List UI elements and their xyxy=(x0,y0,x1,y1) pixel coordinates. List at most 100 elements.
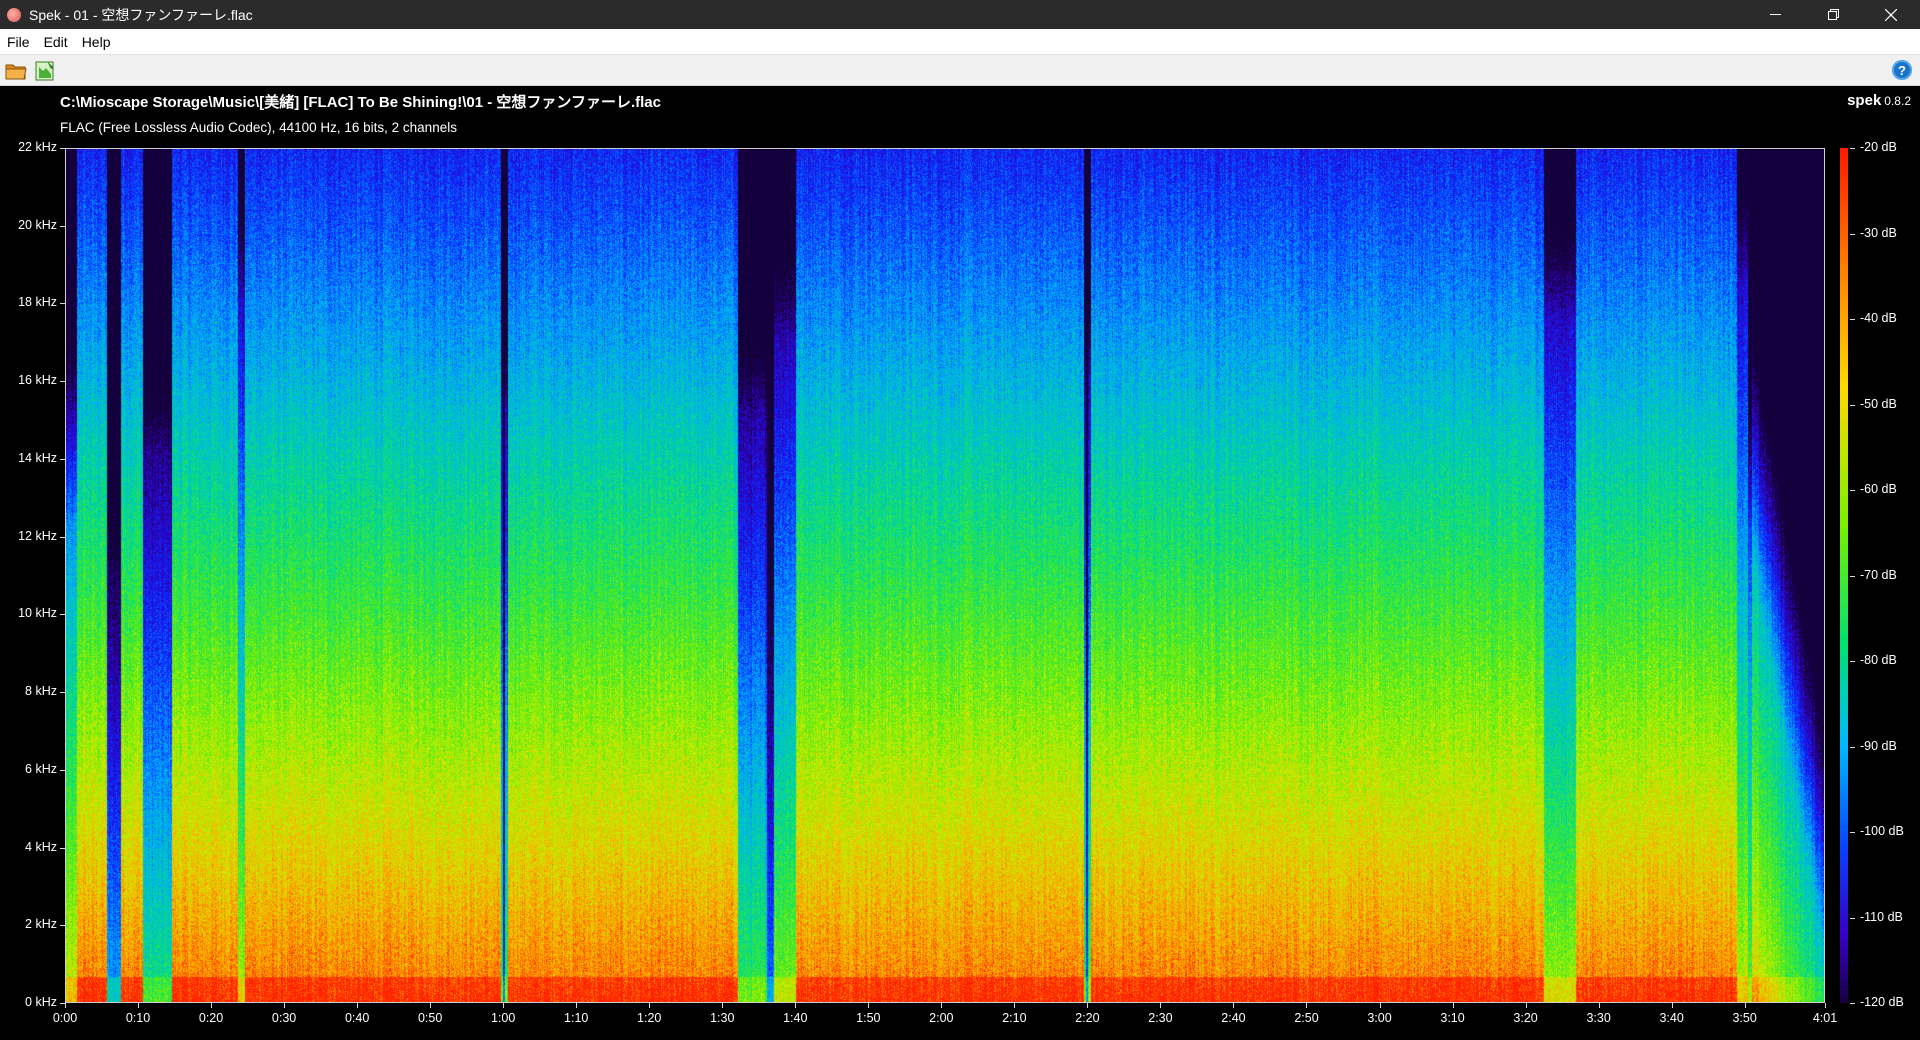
frequency-tick-label: 18 kHz xyxy=(18,295,57,310)
frequency-tick xyxy=(60,225,65,227)
minimize-button[interactable] xyxy=(1746,0,1804,29)
help-button[interactable]: ? xyxy=(1892,60,1912,80)
spectrum-view: C:\Mioscape Storage\Music\[美緒] [FLAC] To… xyxy=(0,86,1920,1040)
time-tick xyxy=(868,1003,870,1008)
save-image-button[interactable] xyxy=(33,60,57,82)
frequency-tick xyxy=(60,381,65,383)
decibel-tick-label: -30 dB xyxy=(1860,225,1897,240)
frequency-tick-label: 8 kHz xyxy=(25,684,57,699)
time-tick-label: 1:40 xyxy=(783,1011,808,1025)
menu-bar: File Edit Help xyxy=(0,29,1920,54)
decibel-tick-label: -40 dB xyxy=(1860,311,1897,325)
title-bar: Spek - 01 - 空想ファンファーレ.flac xyxy=(0,0,1920,29)
frequency-tick xyxy=(60,692,65,694)
time-tick-label: 2:20 xyxy=(1075,1011,1100,1025)
time-tick xyxy=(941,1003,943,1008)
decibel-tick xyxy=(1850,1003,1855,1004)
time-tick xyxy=(357,1003,359,1008)
frequency-tick-label: 16 kHz xyxy=(18,373,57,388)
decibel-tick xyxy=(1850,746,1855,748)
help-icon: ? xyxy=(1898,62,1906,78)
frequency-tick-label: 14 kHz xyxy=(18,450,57,465)
time-tick-label: 0:30 xyxy=(271,1011,297,1025)
time-tick-label: 1:10 xyxy=(564,1011,589,1025)
time-tick-label: 1:50 xyxy=(856,1011,881,1025)
decibel-tick xyxy=(1850,404,1855,406)
time-tick-label: 2:50 xyxy=(1294,1011,1319,1025)
open-file-button[interactable] xyxy=(4,60,28,82)
brand-name: spek xyxy=(1847,92,1882,109)
time-tick-label: 2:00 xyxy=(929,1011,954,1025)
decibel-tick-label: -80 dB xyxy=(1860,653,1897,667)
frequency-tick xyxy=(60,303,65,305)
frequency-tick-label: 20 kHz xyxy=(18,217,57,232)
spectrogram-canvas xyxy=(66,149,1824,1002)
time-tick xyxy=(211,1003,213,1008)
time-tick xyxy=(1014,1003,1016,1008)
brand-version: 0.8.2 xyxy=(1884,94,1911,108)
time-tick-label: 1:00 xyxy=(491,1011,516,1025)
decibel-tick xyxy=(1850,832,1855,833)
time-tick-label: 3:30 xyxy=(1586,1011,1611,1025)
restore-icon xyxy=(1827,9,1839,20)
time-tick-label: 3:40 xyxy=(1659,1011,1684,1025)
decibel-tick-label: -70 dB xyxy=(1860,567,1897,582)
time-tick xyxy=(1452,1003,1454,1008)
time-tick-label: 3:20 xyxy=(1513,1011,1538,1025)
decibel-tick xyxy=(1850,490,1855,491)
time-tick-label: 0:20 xyxy=(198,1011,224,1025)
time-tick-label: 0:00 xyxy=(52,1011,78,1025)
decibel-tick xyxy=(1850,319,1855,320)
time-tick xyxy=(1671,1003,1673,1008)
decibel-tick-label: -90 dB xyxy=(1860,738,1897,753)
restore-button[interactable] xyxy=(1804,0,1862,29)
time-tick-label: 4:01 xyxy=(1812,1011,1838,1025)
window-controls xyxy=(1746,0,1920,29)
frequency-tick xyxy=(60,458,65,460)
time-tick-label: 3:10 xyxy=(1440,1011,1465,1025)
time-tick-label: 2:40 xyxy=(1221,1011,1246,1025)
frequency-tick-label: 0 kHz xyxy=(25,995,57,1009)
time-tick-label: 2:30 xyxy=(1148,1011,1173,1025)
menu-file[interactable]: File xyxy=(0,34,37,50)
minimize-icon xyxy=(1769,14,1781,15)
decibel-tick xyxy=(1850,233,1855,235)
menu-help[interactable]: Help xyxy=(75,34,118,50)
time-tick xyxy=(1160,1003,1162,1008)
decibel-tick-label: -60 dB xyxy=(1860,482,1897,496)
time-tick xyxy=(1598,1003,1600,1008)
menu-edit[interactable]: Edit xyxy=(37,34,75,50)
time-tick xyxy=(430,1003,432,1008)
frequency-tick xyxy=(60,614,65,616)
time-tick xyxy=(138,1003,140,1008)
time-tick-label: 0:40 xyxy=(344,1011,370,1025)
audio-info: FLAC (Free Lossless Audio Codec), 44100 … xyxy=(60,120,457,135)
time-tick xyxy=(1306,1003,1308,1008)
time-tick xyxy=(65,1003,66,1008)
time-tick xyxy=(1379,1003,1381,1008)
time-tick xyxy=(1087,1003,1089,1008)
decibel-color-scale xyxy=(1840,148,1848,1003)
decibel-tick xyxy=(1850,661,1855,662)
time-tick-label: 3:50 xyxy=(1732,1011,1757,1025)
time-tick xyxy=(503,1003,505,1008)
window-title: Spek - 01 - 空想ファンファーレ.flac xyxy=(29,6,253,23)
decibel-tick xyxy=(1850,148,1855,149)
decibel-tick-label: -110 dB xyxy=(1860,909,1903,924)
time-tick-label: 1:30 xyxy=(710,1011,735,1025)
time-tick xyxy=(284,1003,286,1008)
decibel-tick-label: -20 dB xyxy=(1860,140,1897,154)
frequency-tick xyxy=(60,925,65,927)
open-file-icon xyxy=(5,64,27,80)
frequency-tick-label: 12 kHz xyxy=(18,528,57,543)
spek-app-icon xyxy=(7,7,21,22)
time-tick xyxy=(576,1003,578,1008)
spek-brand: spek 0.8.2 xyxy=(1847,92,1911,110)
close-button[interactable] xyxy=(1862,0,1920,29)
frequency-tick xyxy=(60,769,65,771)
time-tick xyxy=(795,1003,797,1008)
time-tick-label: 1:20 xyxy=(637,1011,662,1025)
toolbar: ? xyxy=(0,54,1920,86)
frequency-tick-label: 22 kHz xyxy=(18,140,57,154)
time-tick xyxy=(722,1003,724,1008)
